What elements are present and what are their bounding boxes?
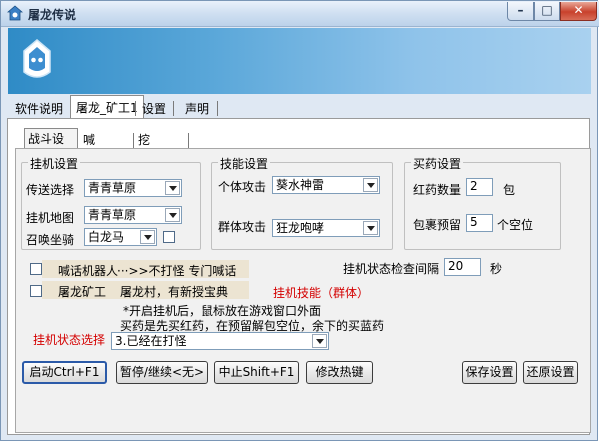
bag-reserve-input[interactable]: 5 [466, 214, 493, 232]
tab-tulong-miner[interactable]: 屠龙_矿工1 [70, 95, 144, 120]
potion-settings-title: 买药设置 [411, 155, 464, 172]
close-button[interactable]: ✕ [560, 2, 597, 21]
tab-separator [173, 101, 174, 116]
edit-hotkeys-button[interactable]: 修改热键 [306, 361, 373, 384]
red-potion-label: 红药数量 [413, 183, 462, 197]
mount-checkbox[interactable] [163, 231, 175, 243]
teleport-select[interactable]: 青青草原 [84, 179, 182, 197]
tab-statement[interactable]: 声明 [180, 98, 214, 120]
chevron-down-icon [312, 334, 327, 348]
hook-state-select[interactable]: 3.已经在打怪 [111, 332, 329, 350]
shout-robot-label: 喊话机器人 [58, 264, 119, 278]
miner-checkbox[interactable] [30, 285, 42, 297]
chevron-down-icon [363, 221, 378, 235]
app-logo-icon [23, 39, 51, 78]
app-icon [7, 5, 23, 21]
red-potion-count-input[interactable]: 2 [466, 178, 493, 196]
hook-state-label: 挂机状态选择 [33, 333, 106, 347]
pause-resume-button[interactable]: 暂停/继续<无> [116, 361, 208, 384]
tab-separator [135, 101, 136, 116]
chevron-down-icon [165, 208, 180, 222]
tab-separator [217, 101, 218, 116]
bag-reserve-unit: 个空位 [497, 218, 534, 232]
restore-settings-button[interactable]: 还原设置 [523, 361, 578, 384]
chevron-down-icon [165, 181, 180, 195]
status-interval-input[interactable]: 20 [444, 258, 481, 276]
teleport-label: 传送选择 [26, 183, 75, 197]
group-attack-label: 群体攻击 [218, 220, 267, 234]
status-interval-label: 挂机状态检查间隔 [343, 262, 440, 276]
chevron-down-icon [140, 230, 155, 244]
potion-settings-group: 买药设置 [404, 155, 561, 250]
shout-robot-checkbox[interactable] [30, 263, 42, 275]
tab-software-info[interactable]: 软件说明 [10, 98, 68, 120]
window-title: 屠龙传说 [28, 8, 77, 22]
hook-skill-label: 挂机技能（群体） [273, 286, 370, 300]
hook-map-label: 挂机地图 [26, 211, 75, 225]
skill-settings-title: 技能设置 [218, 155, 271, 172]
mount-select[interactable]: 白龙马 [84, 228, 157, 246]
hook-settings-title: 挂机设置 [28, 155, 81, 172]
bag-reserve-label: 包裹预留 [413, 218, 462, 232]
tab-separator [133, 133, 134, 148]
miner-note: 屠龙村，有新授宝典 [120, 285, 229, 299]
hook-map-select[interactable]: 青青草原 [84, 206, 182, 224]
tab-battle-settings[interactable]: 战斗设置 [24, 128, 78, 167]
group-attack-select[interactable]: 狂龙咆哮 [272, 219, 380, 237]
tab-settings[interactable]: 设置 [137, 98, 171, 120]
header-banner [8, 28, 591, 94]
tab-separator [188, 133, 189, 148]
status-interval-unit: 秒 [490, 262, 503, 276]
miner-label: 屠龙矿工 [58, 285, 107, 299]
maximize-button[interactable]: □ [534, 2, 560, 21]
chevron-down-icon [363, 178, 378, 192]
red-potion-unit: 包 [503, 183, 516, 197]
start-button[interactable]: 启动Ctrl+F1 [22, 361, 107, 384]
save-settings-button[interactable]: 保存设置 [462, 361, 517, 384]
stop-button[interactable]: 中止Shift+F1 [214, 361, 299, 384]
shout-robot-note: ···>>不打怪 专门喊话 [117, 264, 237, 278]
title-bar: 屠龙传说 – □ ✕ [1, 1, 599, 27]
main-tab-bar: 软件说明 屠龙_矿工1 设置 声明 [8, 95, 591, 120]
minimize-button[interactable]: – [507, 2, 534, 21]
mount-label: 召唤坐骑 [26, 233, 75, 247]
single-attack-label: 个体攻击 [218, 180, 267, 194]
single-attack-select[interactable]: 葵水神雷 [272, 176, 380, 194]
